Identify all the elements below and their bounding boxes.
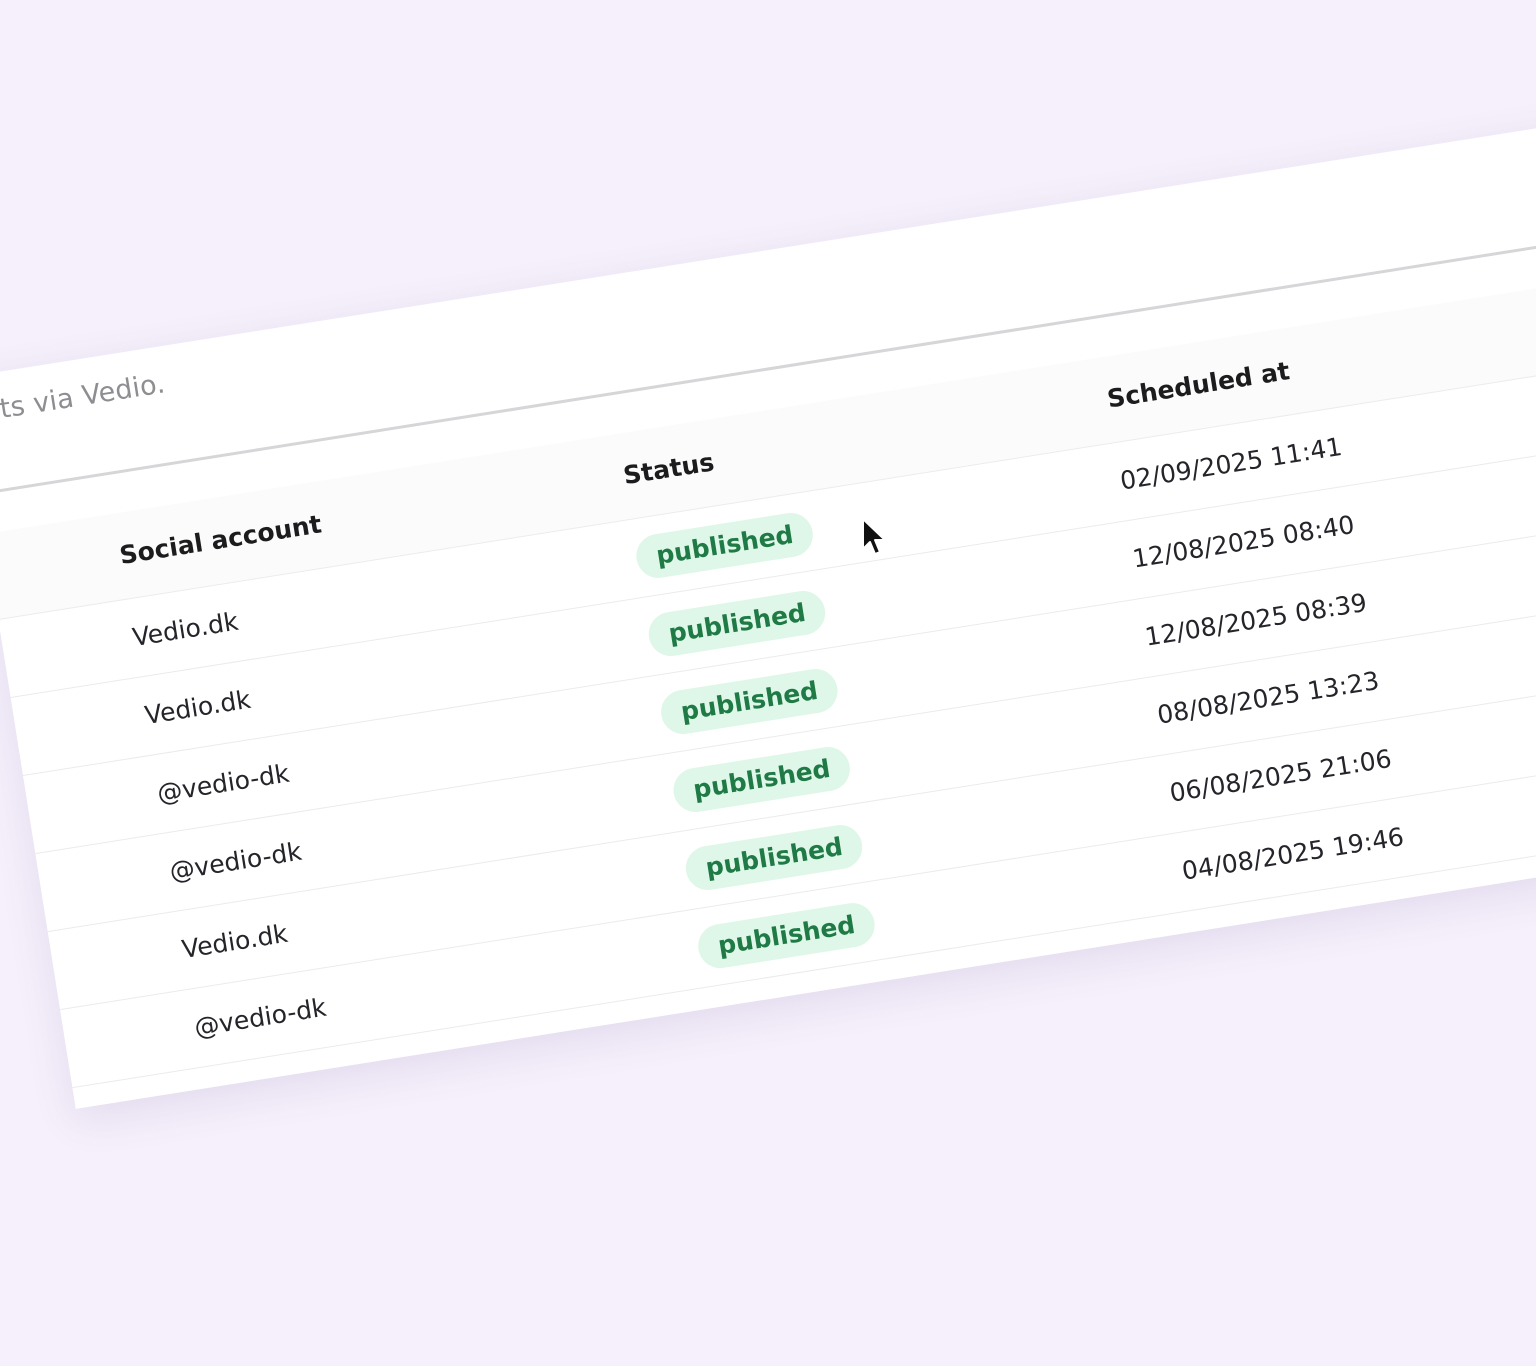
status-badge: published <box>682 821 866 894</box>
screen: unts via Vedio. Social account Status Sc… <box>0 0 1536 1366</box>
status-badge: published <box>633 509 817 582</box>
page-subtitle: unts via Vedio. <box>0 368 168 431</box>
social-account-cell: Vedio.dk <box>142 684 253 731</box>
status-badge: published <box>657 665 841 738</box>
status-badge: published <box>645 587 829 660</box>
posts-card: unts via Vedio. Social account Status Sc… <box>0 112 1536 1109</box>
status-badge: published <box>695 899 879 972</box>
posts-table: Social account Status Scheduled at Vedio… <box>0 268 1536 1089</box>
social-account-cell: Vedio.dk <box>179 918 290 965</box>
social-account-cell: Vedio.dk <box>130 606 241 652</box>
mouse-pointer-icon <box>862 518 886 555</box>
column-header-status[interactable]: Status <box>617 420 721 519</box>
status-badge: published <box>670 743 854 816</box>
